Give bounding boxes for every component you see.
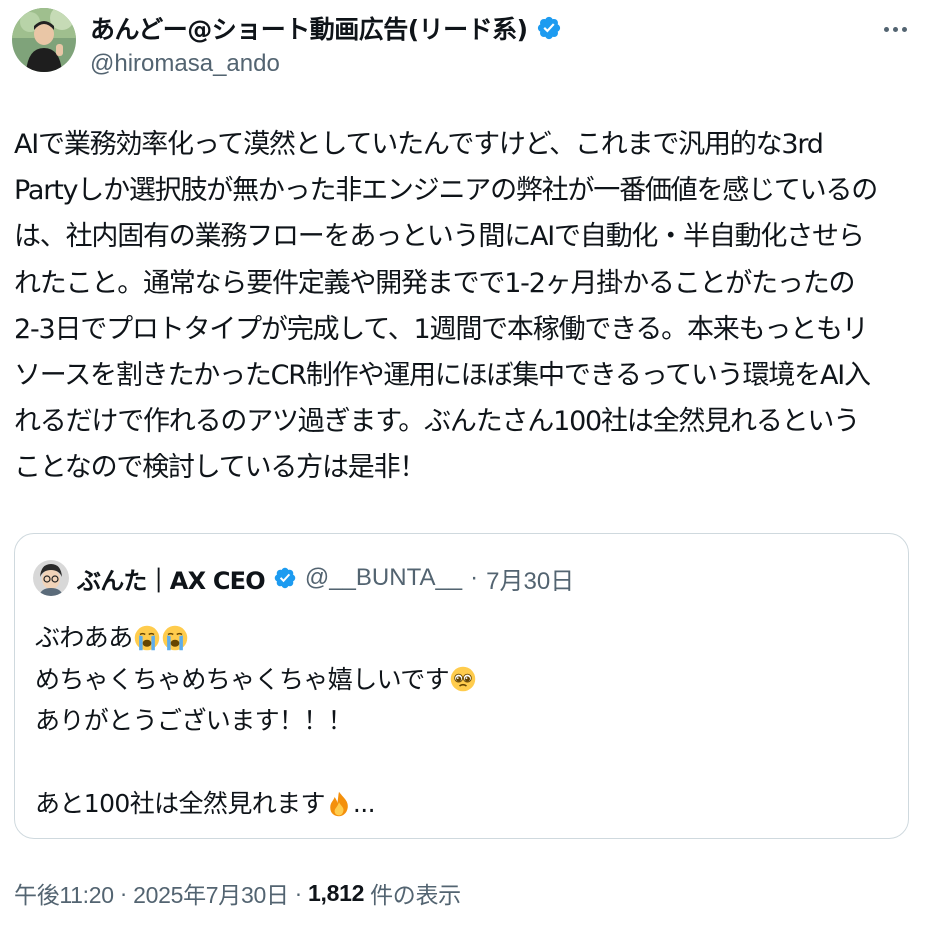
tweet-date[interactable]: 2025年7月30日 xyxy=(133,876,289,910)
tweet-body-line: 2-3日でプロトタイプが完成して、1週間で本稼働できる。本来もっともリ xyxy=(14,313,869,345)
quoted-tweet[interactable]: ぶんた｜AX CEO @__BUNTA__ · 7月30日 ぶわああめちゃくちゃ… xyxy=(14,533,909,839)
tweet-body-line: れたこと。通常なら要件定義や開発までで1-2ヶ月掛かることがたったの xyxy=(14,267,856,299)
quoted-line-ellipsis: ... xyxy=(352,789,376,818)
quoted-line-text: ありがとうございます！！！ xyxy=(35,706,353,735)
tweet-body: AIで業務効率化って漠然としていたんですけど、これまで汎用的な3rd Partyし… xyxy=(14,122,914,492)
quoted-line-text: めちゃくちゃめちゃくちゃ嬉しいです xyxy=(35,664,450,694)
author-avatar[interactable] xyxy=(12,8,76,72)
loudly-crying-face-icon xyxy=(162,625,187,650)
tweet-card: あんどー@ショート動画広告(リード系) @hiromasa_ando AIで業務… xyxy=(0,0,932,932)
tweet-body-line: れるだけで作れるのアツ過ぎます。ぶんたさん100社は全然見れるという xyxy=(14,406,860,438)
pleading-face-icon xyxy=(450,667,476,692)
tweet-body-line: ことなので検討している方は是非！ xyxy=(14,452,426,484)
tweet-body-line: は、社内固有の業務フローをあっという間にAIで自動化・半自動化させら xyxy=(14,221,865,253)
quoted-author-name: ぶんた｜AX CEO xyxy=(77,566,266,595)
tweet-time[interactable]: 午後11:20 xyxy=(14,876,114,910)
quoted-line-text: あと100社は全然見れます xyxy=(35,789,326,818)
views-label: 件の表示 xyxy=(370,882,461,908)
meta-separator: · xyxy=(294,879,303,906)
quoted-tweet-header: ぶんた｜AX CEO @__BUNTA__ · 7月30日 xyxy=(33,560,574,596)
quoted-date: 7月30日 xyxy=(486,567,575,595)
tweet-body-line: Partyしか選択肢が無かった非エンジニアの弊社が一番価値を感じているの xyxy=(14,175,878,207)
author-block: あんどー@ショート動画広告(リード系) @hiromasa_ando xyxy=(90,10,562,78)
verified-badge-icon xyxy=(537,16,560,40)
loudly-crying-face-icon xyxy=(134,625,159,650)
author-handle[interactable]: @hiromasa_ando xyxy=(90,50,562,78)
quoted-line-text: ぶわああ xyxy=(35,623,133,652)
quoted-author-handle: @__BUNTA__ xyxy=(304,564,463,591)
quoted-tweet-text: ぶわああめちゃくちゃめちゃくちゃ嬉しいです ありがとうございます！！！ あと100社… xyxy=(35,617,895,825)
quoted-tweet-line xyxy=(35,742,895,784)
fire-icon xyxy=(330,791,348,816)
quoted-author-avatar xyxy=(33,560,69,596)
quoted-tweet-line: ありがとうございます！！！ xyxy=(35,700,895,742)
meta-separator: · xyxy=(119,879,128,906)
tweet-body-line: AIで業務効率化って漠然としていたんですけど、これまで汎用的な3rd xyxy=(14,129,824,160)
tweet-meta: 午後11:20 · 2025年7月30日 · 1,812 件の表示 xyxy=(14,876,461,910)
quoted-verified-badge-icon xyxy=(274,567,296,589)
quoted-tweet-line: あと100社は全然見れます... xyxy=(35,783,895,825)
views-count: 1,812 xyxy=(308,879,365,906)
more-options-icon[interactable] xyxy=(880,14,910,44)
author-display-name[interactable]: あんどー@ショート動画広告(リード系) xyxy=(90,10,528,46)
quoted-tweet-line: ぶわああ xyxy=(35,617,895,659)
quoted-separator: · xyxy=(470,564,479,591)
tweet-body-line: ソースを割きたかったCR制作や運用にほぼ集中できるっていう環境をAI入 xyxy=(14,360,871,392)
quoted-tweet-line: めちゃくちゃめちゃくちゃ嬉しいです xyxy=(35,659,895,701)
